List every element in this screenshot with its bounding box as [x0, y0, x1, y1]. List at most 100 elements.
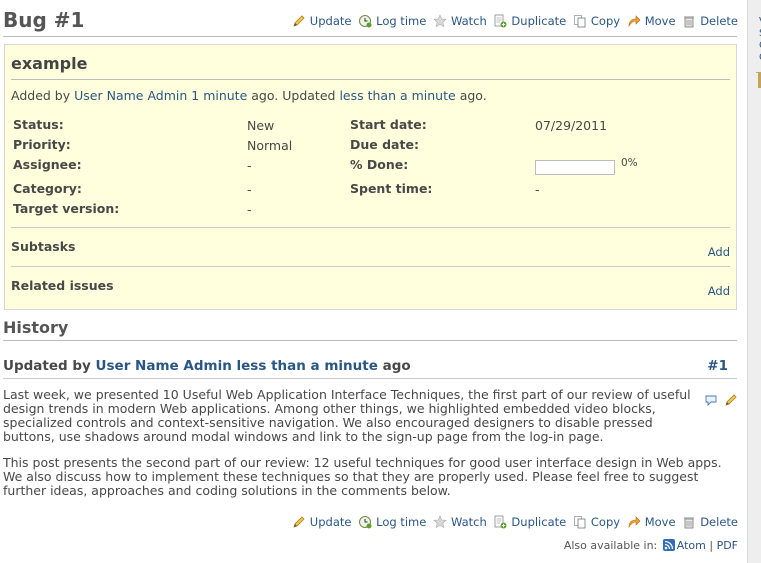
updated-suffix: ago. [459, 88, 487, 103]
log-time-link[interactable]: Log time [376, 14, 426, 28]
clock-icon [359, 516, 372, 529]
issue-author-line: Added by User Name Admin 1 minute ago. U… [11, 88, 487, 103]
duplicate-action-bottom[interactable]: Duplicate [493, 515, 566, 529]
star-icon [433, 14, 447, 28]
updated-mid-text: ago. Updated [251, 88, 336, 103]
journal-actions [704, 393, 738, 407]
subtasks-divider [11, 266, 730, 267]
status-value: New [247, 118, 275, 133]
move-arrow-icon [628, 516, 641, 529]
feed-icon [662, 539, 675, 551]
watch-action-bottom[interactable]: Watch [433, 515, 487, 529]
duplicate-link-bottom[interactable]: Duplicate [511, 515, 566, 529]
other-formats: Also available in: Atom | PDF [564, 539, 738, 552]
copy-icon [573, 15, 586, 28]
log-time-action[interactable]: Log time [358, 14, 426, 28]
issue-subject: example [11, 54, 88, 73]
copy-icon [573, 516, 586, 529]
target-version-value: - [247, 202, 252, 217]
move-link-bottom[interactable]: Move [645, 515, 676, 529]
journal-suffix: ago [382, 358, 411, 374]
duplicate-action[interactable]: Duplicate [493, 14, 566, 28]
duplicate-icon [495, 515, 507, 529]
also-available-label: Also available in: [563, 539, 658, 552]
category-label: Category: [13, 181, 82, 196]
target-version-label: Target version: [13, 201, 120, 216]
delete-link[interactable]: Delete [700, 14, 738, 28]
duplicate-icon [495, 14, 507, 28]
subject-divider [11, 79, 730, 80]
assignee-label: Assignee: [13, 157, 82, 172]
clock-icon [359, 15, 372, 28]
copy-link[interactable]: Copy [591, 14, 620, 28]
quote-speech-bubble-icon[interactable] [704, 393, 718, 407]
attributes-divider [11, 227, 730, 228]
author-link[interactable]: User Name Admin [74, 88, 187, 103]
history-divider [3, 340, 737, 341]
add-related-issue-link[interactable]: Add [708, 284, 730, 298]
journal-divider [3, 378, 737, 379]
duplicate-link[interactable]: Duplicate [511, 14, 566, 28]
copy-action[interactable]: Copy [573, 14, 620, 28]
journal-paragraph-1: Last week, we presented 10 Useful Web Ap… [3, 387, 691, 444]
pencil-icon [293, 516, 305, 528]
percent-done-label: % Done: [350, 157, 409, 172]
spent-time-value: - [535, 182, 540, 197]
category-value: - [247, 182, 252, 197]
copy-action-bottom[interactable]: Copy [573, 515, 620, 529]
watch-action[interactable]: Watch [433, 14, 487, 28]
delete-link-bottom[interactable]: Delete [700, 515, 738, 529]
move-link[interactable]: Move [645, 14, 676, 28]
move-action-bottom[interactable]: Move [627, 515, 676, 529]
status-label: Status: [13, 117, 64, 132]
journal-paragraph-2: This post presents the second part of ou… [3, 455, 722, 498]
subtasks-title: Subtasks [11, 239, 76, 254]
percent-done-progress-bar [535, 160, 615, 175]
watch-link-bottom[interactable]: Watch [451, 515, 487, 529]
copy-link-bottom[interactable]: Copy [591, 515, 620, 529]
top-action-bar: Update Log time Watch Duplicate Copy Mov… [289, 14, 738, 28]
move-arrow-icon [628, 15, 641, 28]
trash-icon [684, 517, 695, 529]
update-link[interactable]: Update [310, 14, 352, 28]
journal-author-link[interactable]: User Name Admin [96, 358, 232, 374]
start-date-value: 07/29/2011 [535, 118, 608, 133]
priority-value: Normal [247, 138, 293, 153]
star-icon [433, 515, 447, 529]
due-date-label: Due date: [350, 137, 419, 152]
right-sidebar: V S C C [747, 0, 761, 563]
history-title: History [3, 318, 69, 337]
pdf-export-link[interactable]: PDF [717, 539, 738, 552]
priority-label: Priority: [13, 137, 71, 152]
watch-link[interactable]: Watch [451, 14, 487, 28]
journal-header: Updated by User Name Admin less than a m… [3, 358, 411, 374]
edit-pencil-icon[interactable] [724, 393, 738, 407]
updated-time-link[interactable]: less than a minute [339, 88, 455, 103]
percent-done-value: 0% [621, 157, 638, 169]
title-divider [3, 36, 737, 37]
atom-feed-link[interactable]: Atom [677, 539, 706, 552]
main-content: Bug #1 Update Log time Watch Duplicate C… [0, 0, 747, 563]
issue-title: Bug #1 [3, 8, 85, 32]
created-time-link[interactable]: 1 minute [191, 88, 247, 103]
delete-action-bottom[interactable]: Delete [682, 515, 738, 529]
delete-action[interactable]: Delete [682, 14, 738, 28]
assignee-value: - [247, 158, 252, 173]
move-action[interactable]: Move [627, 14, 676, 28]
update-action-bottom[interactable]: Update [292, 515, 352, 529]
journal-number-link[interactable]: #1 [707, 358, 728, 374]
related-issues-title: Related issues [11, 278, 114, 293]
journal-time-link[interactable]: less than a minute [237, 358, 378, 374]
spent-time-label: Spent time: [350, 181, 433, 196]
bottom-action-bar: Update Log time Watch Duplicate Copy Mov… [289, 515, 738, 529]
journal-prefix: Updated by [3, 358, 91, 374]
author-prefix: Added by [11, 88, 71, 103]
update-action[interactable]: Update [292, 14, 352, 28]
update-link-bottom[interactable]: Update [310, 515, 352, 529]
format-separator: | [709, 539, 714, 552]
add-subtask-link[interactable]: Add [708, 245, 730, 259]
start-date-label: Start date: [350, 117, 427, 132]
log-time-link-bottom[interactable]: Log time [376, 515, 426, 529]
log-time-action-bottom[interactable]: Log time [358, 515, 426, 529]
trash-icon [684, 16, 695, 28]
